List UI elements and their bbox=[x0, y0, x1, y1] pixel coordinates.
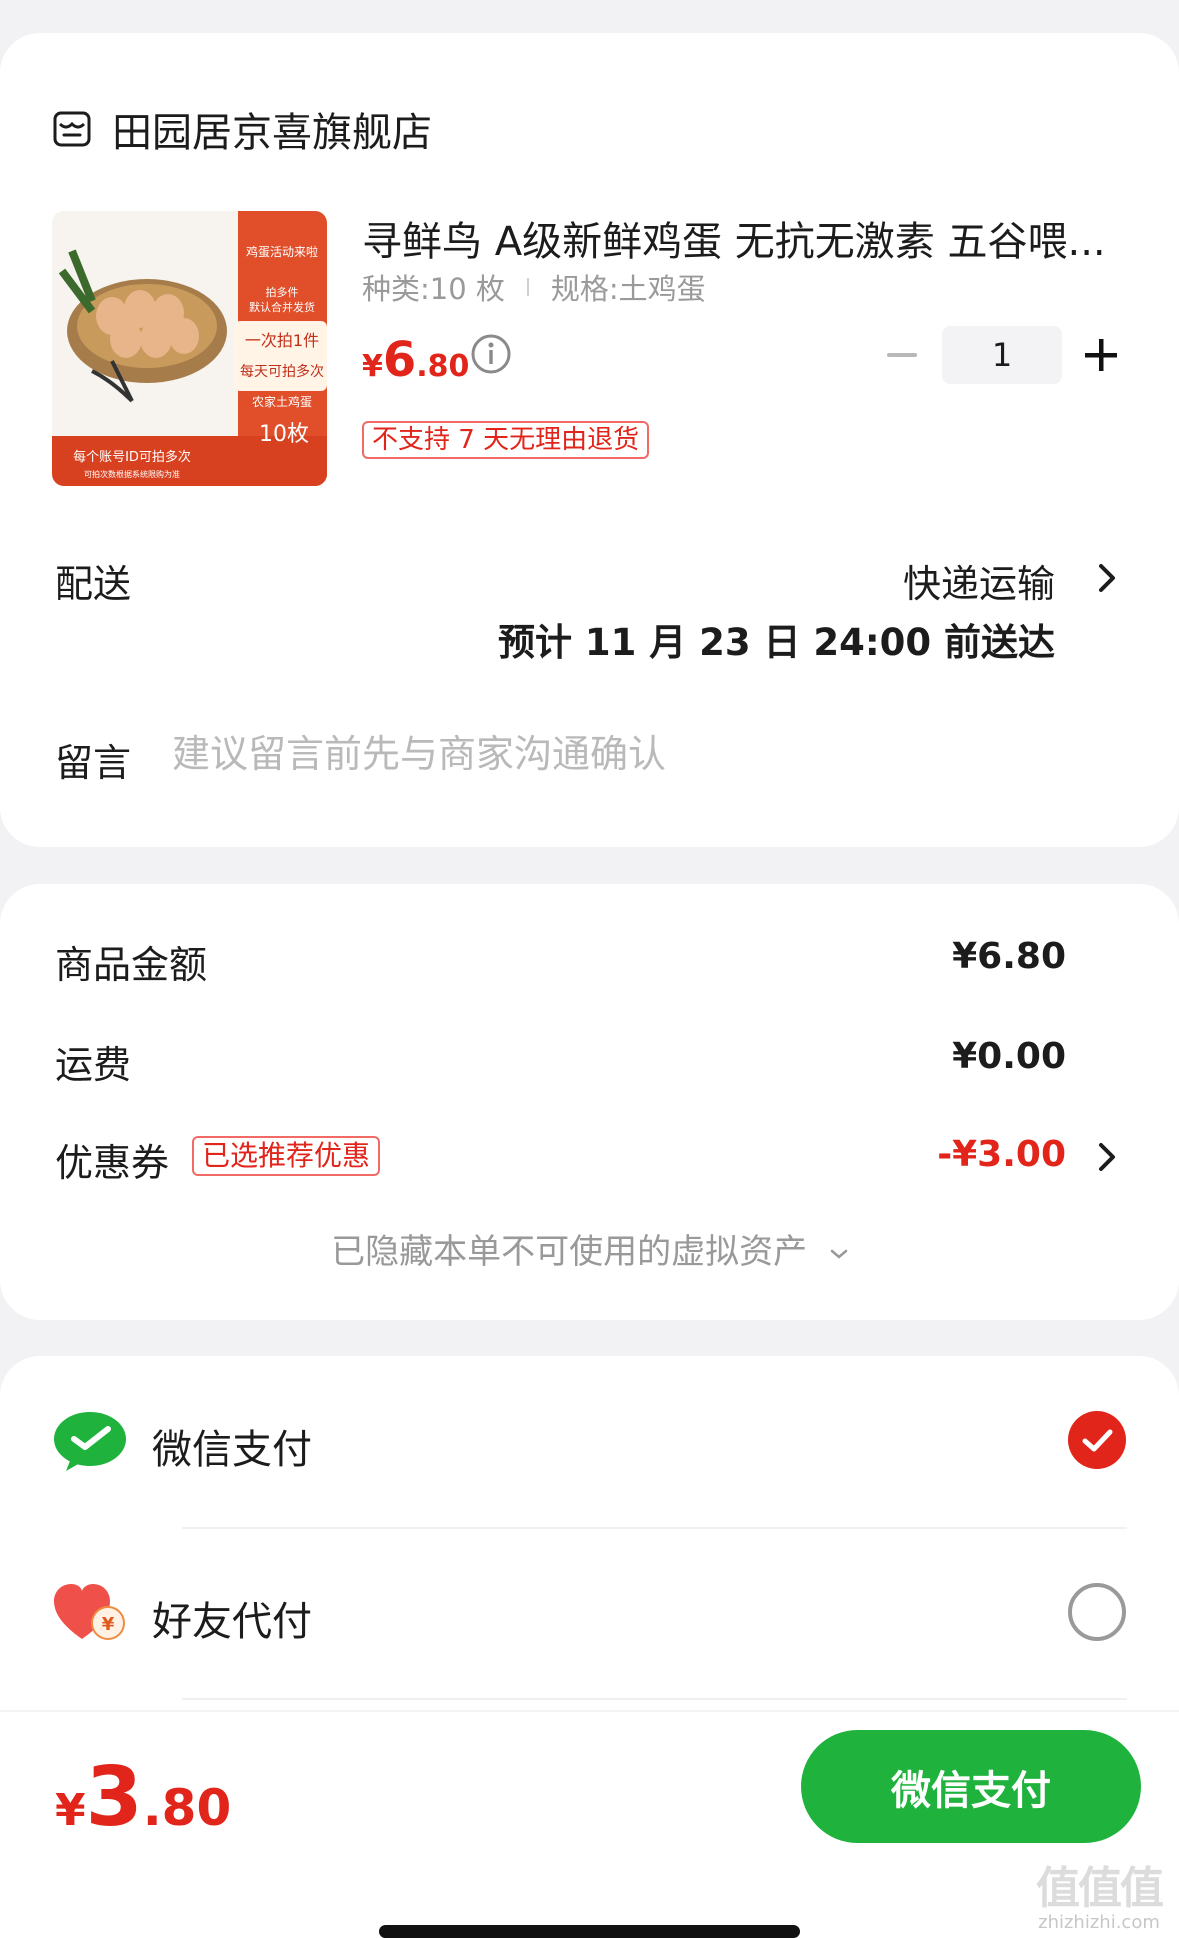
payment-divider bbox=[182, 1698, 1127, 1700]
total-decimal: .80 bbox=[142, 1779, 232, 1837]
friend-pay-radio[interactable] bbox=[1068, 1583, 1126, 1641]
image-daily-text: 每天可拍多次 bbox=[240, 363, 324, 380]
store-name: 田园居京喜旗舰店 bbox=[112, 110, 432, 156]
store-header[interactable]: 田园居京喜旗舰店 bbox=[52, 100, 432, 158]
total-integer: 3 bbox=[85, 1750, 143, 1845]
chevron-right-icon[interactable] bbox=[1095, 560, 1119, 596]
wechat-pay-label: 微信支付 bbox=[152, 1427, 312, 1473]
decrease-quantity-button[interactable] bbox=[885, 333, 919, 377]
image-count-text: 10枚 bbox=[259, 422, 309, 447]
svg-text:拍多件: 拍多件 bbox=[266, 285, 299, 299]
hidden-assets-toggle[interactable]: 已隐藏本单不可使用的虚拟资产 bbox=[0, 1224, 1179, 1273]
payment-divider bbox=[182, 1527, 1127, 1529]
product-price: ¥ 6 .80 bbox=[362, 332, 469, 388]
goods-amount-value: ¥6.80 bbox=[952, 936, 1066, 977]
wechat-pay-icon bbox=[54, 1412, 126, 1471]
product-image[interactable]: 鸡蛋活动来啦 拍多件 默认合并发货 一次拍1件 每天可拍多次 农家土鸡蛋 10枚… bbox=[52, 211, 327, 486]
coupon-badge[interactable]: 已选推荐优惠 bbox=[192, 1136, 381, 1176]
quantity-input[interactable] bbox=[942, 326, 1062, 384]
hidden-assets-text: 已隐藏本单不可使用的虚拟资产 bbox=[331, 1232, 808, 1272]
product-title[interactable]: 寻鲜鸟 A级新鲜鸡蛋 无抗无激素 五谷喂... bbox=[362, 209, 1122, 267]
product-spec[interactable]: 种类:10 枚 规格:土鸡蛋 bbox=[362, 266, 706, 308]
total-price: ¥ 3 .80 bbox=[55, 1750, 231, 1845]
image-once-text: 一次拍1件 bbox=[245, 331, 319, 350]
return-policy-badge: 不支持 7 天无理由退货 bbox=[362, 421, 650, 459]
wechat-pay-radio-checked[interactable] bbox=[1068, 1411, 1126, 1469]
coupon-label[interactable]: 优惠券 bbox=[55, 1132, 169, 1187]
svg-text:¥: ¥ bbox=[102, 1614, 115, 1635]
wechat-pay-button[interactable]: 微信支付 bbox=[801, 1730, 1141, 1843]
spec-type: 种类:10 枚 bbox=[362, 272, 505, 306]
spec-divider bbox=[526, 278, 529, 296]
image-kind-text: 农家土鸡蛋 bbox=[252, 394, 312, 409]
home-indicator bbox=[379, 1925, 800, 1938]
chevron-right-icon[interactable] bbox=[1095, 1139, 1119, 1175]
note-input[interactable] bbox=[172, 726, 1072, 782]
price-decimal: .80 bbox=[416, 349, 470, 384]
total-currency: ¥ bbox=[55, 1785, 86, 1836]
friend-pay-heart-icon: ¥ bbox=[54, 1584, 125, 1640]
delivery-eta: 预计 11 月 23 日 24:00 前送达 bbox=[497, 621, 1055, 664]
chevron-down-icon bbox=[830, 1249, 848, 1259]
watermark-domain: zhizhizhi.com bbox=[1038, 1912, 1160, 1933]
image-account-text: 每个账号ID可拍多次 bbox=[73, 449, 191, 465]
checkmark-icon bbox=[1082, 1429, 1113, 1452]
watermark: 值值值 zhizhizhi.com bbox=[1024, 1852, 1174, 1933]
svg-text:默认合并发货: 默认合并发货 bbox=[249, 300, 315, 314]
watermark-logo: 值值值 bbox=[1036, 1863, 1164, 1914]
store-icon bbox=[53, 111, 91, 147]
spec-size: 规格:土鸡蛋 bbox=[550, 272, 706, 306]
price-integer: 6 bbox=[382, 332, 417, 388]
payment-option-wechat[interactable]: 微信支付 bbox=[0, 1381, 1179, 1501]
delivery-method[interactable]: 快递运输 bbox=[903, 553, 1055, 608]
payment-option-friend[interactable]: ¥ 好友代付 bbox=[0, 1553, 1179, 1673]
delivery-label: 配送 bbox=[55, 562, 132, 606]
coupon-value[interactable]: -¥3.00 bbox=[937, 1134, 1066, 1175]
image-footnote-text: 可拍次数根据系统限购为准 bbox=[84, 469, 180, 479]
info-icon[interactable] bbox=[470, 333, 512, 375]
increase-quantity-button[interactable] bbox=[1082, 336, 1120, 374]
goods-amount-label: 商品金额 bbox=[55, 943, 208, 987]
friend-pay-label: 好友代付 bbox=[152, 1599, 312, 1645]
shipping-label: 运费 bbox=[55, 1043, 132, 1087]
shipping-value: ¥0.00 bbox=[952, 1036, 1066, 1077]
note-label: 留言 bbox=[55, 741, 132, 785]
image-banner-text: 鸡蛋活动来啦 bbox=[246, 244, 318, 259]
price-currency: ¥ bbox=[362, 349, 383, 384]
